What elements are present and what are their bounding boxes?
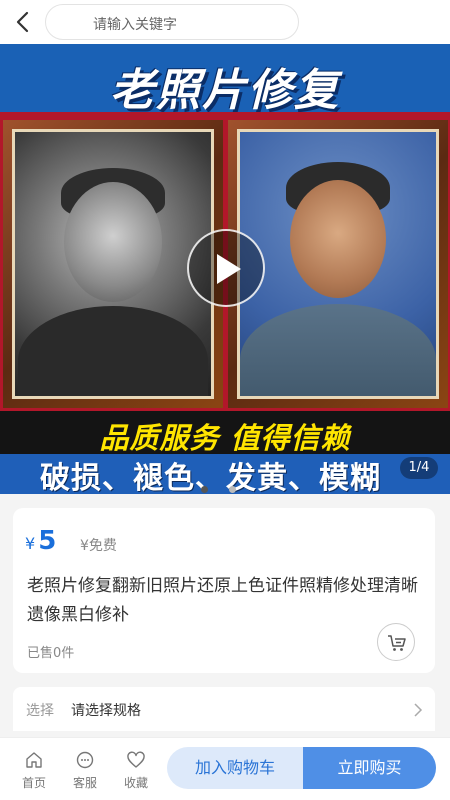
product-title: 老照片修复翻新旧照片还原上色证件照精修处理清晰遗像黑白修补 — [27, 576, 418, 625]
price: ¥5 — [25, 526, 56, 556]
product-image-carousel[interactable]: 老照片修复 品质服务 值得信赖 破损、褪色、发黄、模糊 1/4 — [0, 44, 450, 494]
chevron-right-icon — [414, 703, 423, 717]
original-price-tag: ¥免费 — [80, 538, 117, 554]
banner-title: 老照片修复 — [110, 65, 340, 116]
heart-icon — [127, 751, 145, 768]
tab-favorite-label: 收藏 — [123, 776, 148, 790]
tab-customer-service[interactable]: 客服 — [63, 750, 107, 791]
sold-count: 已售0件 — [27, 646, 75, 661]
bottom-action-bar: 首页 客服 收藏 加入购物车 立即购买 — [0, 737, 450, 800]
cart-icon — [388, 635, 406, 651]
add-to-cart-button[interactable]: 加入购物车 — [167, 747, 303, 789]
top-bar: 请输入关键字 — [0, 0, 450, 44]
price-value: 5 — [38, 526, 57, 556]
carousel-dot-active[interactable] — [201, 486, 208, 493]
price-currency: ¥ — [25, 534, 36, 553]
chevron-left-icon — [16, 11, 29, 33]
tab-home[interactable]: 首页 — [12, 750, 56, 791]
search-input[interactable]: 请输入关键字 — [45, 4, 299, 40]
play-icon — [217, 254, 241, 284]
chat-icon — [76, 751, 94, 769]
product-info-card: ¥5 ¥免费 老照片修复翻新旧照片还原上色证件照精修处理清晰遗像黑白修补 已售0… — [13, 508, 435, 673]
banner-slogan: 品质服务 值得信赖 — [99, 421, 351, 455]
spec-label: 选择 — [26, 703, 54, 719]
carousel-dots — [201, 478, 257, 494]
carousel-pager: 1/4 — [400, 457, 438, 479]
buy-now-button[interactable]: 立即购买 — [303, 747, 436, 789]
spec-value: 请选择规格 — [71, 703, 141, 719]
old-photo-image — [15, 132, 211, 396]
play-video-button[interactable] — [187, 229, 265, 307]
tab-home-label: 首页 — [21, 776, 46, 790]
tab-service-label: 客服 — [72, 776, 97, 790]
carousel-dot[interactable] — [229, 486, 236, 493]
restored-photo-image — [240, 132, 436, 396]
home-icon — [26, 752, 42, 768]
search-placeholder: 请输入关键字 — [93, 17, 177, 33]
back-button[interactable] — [8, 6, 40, 38]
add-to-cart-icon-button[interactable] — [377, 623, 415, 661]
spec-selector[interactable]: 选择 请选择规格 — [13, 687, 435, 731]
tab-favorite[interactable]: 收藏 — [114, 750, 158, 791]
